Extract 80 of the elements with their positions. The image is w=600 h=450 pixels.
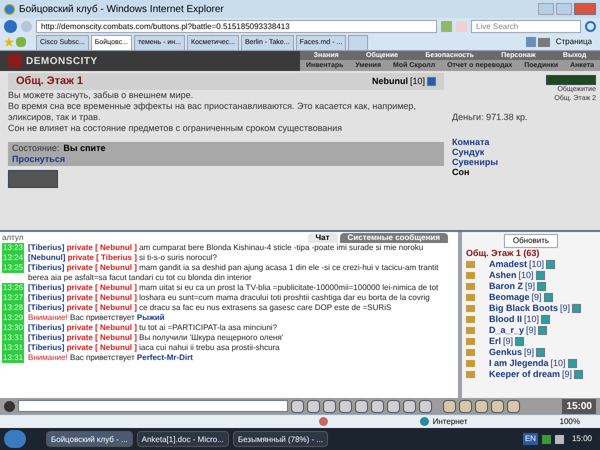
user-level: [9]: [532, 292, 542, 303]
room-title: Общ. Этаж 1: [16, 74, 84, 89]
money-text: Деньги: 971.38 кр.: [452, 111, 528, 124]
search-field[interactable]: Live Search: [471, 20, 581, 32]
online-title: Общ. Этаж 1 (63): [466, 248, 540, 259]
user-name[interactable]: Ashen: [489, 270, 517, 281]
user-level: [10]: [550, 358, 566, 369]
time-stamp: 13:31: [2, 353, 24, 363]
status-value: Вы спите: [63, 142, 106, 154]
description-text: Сон не влияет на состояние предметов с ограниченным сроком существования: [8, 122, 344, 134]
star-icon[interactable]: [4, 37, 14, 47]
user-name[interactable]: Genkus: [489, 347, 522, 358]
user-level: [9]: [526, 325, 536, 336]
user-level: [9]: [525, 281, 536, 292]
zoom-level[interactable]: 100%: [560, 416, 580, 428]
description-text: Вы можете заснуть, забыв о внешнем мире.: [8, 90, 194, 100]
player-name[interactable]: Nebunul: [372, 74, 408, 88]
start-button[interactable]: [4, 430, 26, 448]
time-stamp: 13:26: [2, 283, 24, 293]
chat-message: [Tiberius] private [ Nebunul ] am cumparat bere Blonda Kishinau-4 sticle -tipa -poate imi surade si mie noroku: [28, 243, 424, 253]
user-name[interactable]: Big Black Boots: [489, 303, 558, 314]
time-stamp: 13:31: [2, 343, 24, 353]
taskbar-clock: 15:00: [572, 433, 592, 445]
user-level: [10]: [518, 270, 534, 281]
new-tab-button[interactable]: [348, 35, 368, 50]
taskbar-item[interactable]: Бойцовский клуб - ...: [46, 431, 133, 447]
time-stamp: 13:24: [2, 253, 24, 263]
window-title: Бойцовский клуб - Windows Internet Explorer: [19, 2, 224, 16]
zone-text: Интернет: [432, 416, 468, 428]
chat-message: алтул: [2, 233, 24, 243]
system-message: Внимание! Вас приветствует Perfect-Mr-Dirt: [28, 353, 193, 363]
user-level: [10]: [529, 259, 544, 270]
time-stamp: 13:28: [2, 303, 24, 313]
chat-message: [Nebunul] private [ Tiberius ] si ti-s-o suris norocul?: [28, 253, 217, 263]
user-name[interactable]: Erl: [489, 336, 502, 347]
user-level: [9]: [524, 347, 534, 358]
user-name[interactable]: Baron Z: [489, 281, 524, 292]
location-link[interactable]: Комната: [452, 136, 498, 146]
user-name[interactable]: I am Jlegenda: [489, 358, 549, 369]
user-level: [9]: [560, 303, 570, 314]
player-level: [10]: [410, 74, 425, 88]
chat-message: [Tiberius] private [ Nebunul ] loshara eu sunt=cum mama dracului toti proshtii cashtiga dar eu borta de la covrig: [28, 293, 430, 303]
chat-tab[interactable]: Системные сообщения: [340, 233, 448, 243]
refresh-button[interactable]: Обновить: [504, 234, 558, 248]
user-name[interactable]: Blood II: [489, 314, 522, 325]
user-name[interactable]: Keeper of dream: [489, 369, 560, 380]
chat-message: [Tiberius] private [ Nebunul ] Вы получили 'Шкура пещерного оленя': [28, 333, 284, 343]
user-level: [9]: [503, 336, 514, 347]
chat-message: [Tiberius] private [ Nebunul ] mam uitat si eu ca un prost la TV-blia =publicitate-10000mii=100000 lei-nimica de tot: [28, 283, 438, 293]
location-link[interactable]: Сувениры: [452, 156, 498, 166]
chat-input[interactable]: [18, 400, 288, 412]
location-link[interactable]: Сон: [452, 166, 498, 176]
address-field[interactable]: http://demonscity.combats.com/buttons.pl?battle=0.515185093338413: [36, 20, 437, 32]
user-level: [10]: [524, 314, 540, 325]
page-menu[interactable]: Страница: [552, 36, 596, 48]
status-label: Состояние:: [12, 142, 60, 154]
description-text: Во время сна все временные эффекты на вас приостанавливаются. Это касается как, например, эликсиров, так и трав.: [8, 100, 417, 122]
chat-tab[interactable]: Чат: [308, 233, 338, 243]
taskbar-item[interactable]: Anketa[1].doc - Micro...: [136, 431, 229, 447]
taskbar-item[interactable]: Безымянный (78%) - ...: [232, 431, 328, 447]
time-stamp: 13:29: [2, 313, 24, 323]
chat-message: [Tiberius] private [ Nebunul ] ce dracu sa fac eu nus extrasens sa gasesc care DOP este de =SURiS: [28, 303, 392, 313]
wake-up-link[interactable]: Проснуться: [12, 154, 66, 164]
user-level: [9]: [562, 369, 572, 380]
back-button[interactable]: [4, 20, 17, 32]
time-stamp: 13:23: [2, 243, 24, 253]
time-stamp: 13:31: [2, 333, 24, 343]
location-link[interactable]: Сундук: [452, 146, 498, 156]
user-name[interactable]: Beomage: [489, 292, 530, 303]
game-clock: 15:00: [562, 398, 596, 414]
logo: DEMONSCITY: [26, 54, 98, 68]
chat-message: [Tiberius] private [ Nebunul ] iaca cui nahui ii trebu asa prostii-shcura: [28, 343, 280, 353]
chat-message: [Tiberius] private [ Nebunul ] tu tot ai =PARTICIPAT-la asa minciuni?: [28, 323, 278, 333]
language-indicator[interactable]: EN: [522, 433, 538, 445]
user-name[interactable]: D_a_r_y: [489, 325, 524, 336]
user-name[interactable]: Amadest: [489, 259, 528, 270]
time-stamp: 13:30: [2, 323, 24, 333]
time-stamp: 13:25: [2, 263, 24, 273]
time-stamp: 13:27: [2, 293, 24, 303]
system-message: Внимание! Вас приветствует Рыжий: [28, 313, 165, 323]
